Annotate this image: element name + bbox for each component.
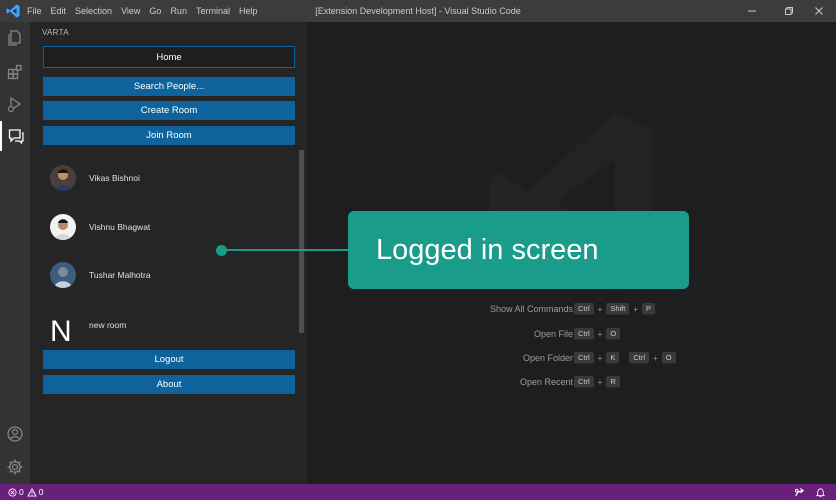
- error-count: 0: [19, 487, 24, 497]
- key: Shift: [606, 303, 630, 315]
- people-list-item[interactable]: Vikas Bishnoi: [50, 164, 140, 192]
- vscode-logo-icon: [6, 4, 20, 18]
- gear-icon: [7, 459, 23, 475]
- key: Ctrl: [574, 328, 594, 340]
- search-people-button[interactable]: Search People...: [43, 77, 295, 96]
- person-name: Tushar Malhotra: [89, 270, 151, 280]
- accounts-activity[interactable]: [0, 419, 30, 449]
- people-list-item[interactable]: Vishnu Bhagwat: [50, 213, 150, 241]
- account-icon: [7, 426, 23, 442]
- about-button[interactable]: About: [43, 375, 295, 394]
- run-debug-icon: [7, 96, 22, 113]
- person-name: Vikas Bishnoi: [89, 173, 140, 183]
- shortcut-label: Open File: [533, 329, 573, 339]
- shortcut-open-file: Open File Ctrl + O: [307, 327, 836, 341]
- live-share-icon[interactable]: [794, 487, 805, 498]
- room-name[interactable]: new room: [89, 320, 126, 330]
- status-bar: 0 0: [0, 484, 836, 500]
- shortcut-open-recent: Open Recent Ctrl + R: [307, 375, 836, 389]
- key: O: [661, 352, 676, 364]
- logout-button[interactable]: Logout: [43, 350, 295, 369]
- key: R: [606, 376, 620, 388]
- key: Ctrl: [574, 303, 594, 315]
- shortcut-label: Open Recent: [519, 377, 573, 387]
- activity-bar: [0, 22, 30, 484]
- key: O: [606, 328, 621, 340]
- sidebar-title: VARTA: [42, 28, 69, 37]
- menu-file[interactable]: File: [27, 6, 42, 16]
- shortcut-keys: Ctrl + K Ctrl + O: [574, 352, 676, 364]
- sidebar-scrollbar[interactable]: [299, 150, 304, 333]
- person-name: Vishnu Bhagwat: [89, 222, 151, 232]
- create-room-button[interactable]: Create Room: [43, 101, 295, 120]
- room-avatar: N: [50, 315, 72, 348]
- problems-indicator[interactable]: 0 0: [8, 484, 43, 500]
- menu-go[interactable]: Go: [149, 6, 161, 16]
- notifications-bell-icon[interactable]: [815, 487, 826, 498]
- people-list-item[interactable]: Tushar Malhotra: [50, 261, 151, 289]
- key: Ctrl: [629, 352, 650, 364]
- error-icon: [8, 487, 17, 497]
- vscode-window: File Edit Selection View Go Run Terminal…: [0, 0, 836, 500]
- avatar: [50, 165, 76, 191]
- close-icon: [815, 7, 823, 15]
- chat-icon: [8, 129, 24, 145]
- run-debug-activity[interactable]: [0, 89, 30, 119]
- shortcut-show-all-commands: Show All Commands Ctrl + Shift + P: [307, 302, 836, 316]
- join-room-button[interactable]: Join Room: [43, 126, 295, 145]
- key: Ctrl: [574, 376, 594, 388]
- shortcut-keys: Ctrl + O: [574, 328, 621, 340]
- restore-icon: [785, 7, 793, 15]
- title-bar: File Edit Selection View Go Run Terminal…: [0, 0, 836, 22]
- menu-run[interactable]: Run: [170, 6, 187, 16]
- warning-count: 0: [38, 487, 44, 497]
- status-right-items: [794, 484, 826, 500]
- restore-button[interactable]: [772, 0, 806, 22]
- warning-icon: [26, 487, 37, 497]
- minimize-icon: [748, 10, 756, 12]
- shortcut-keys: Ctrl + R: [574, 376, 620, 388]
- menu-selection[interactable]: Selection: [75, 6, 112, 16]
- annotation-callout: Logged in screen: [348, 211, 689, 289]
- key: Ctrl: [574, 352, 594, 364]
- files-icon: [8, 30, 21, 46]
- menu-bar: File Edit Selection View Go Run Terminal…: [27, 0, 266, 22]
- shortcut-label: Open Folder: [522, 353, 573, 363]
- close-button[interactable]: [802, 0, 836, 22]
- manage-activity[interactable]: [0, 452, 30, 482]
- explorer-activity[interactable]: [0, 23, 30, 53]
- menu-edit[interactable]: Edit: [51, 6, 67, 16]
- key: P: [642, 303, 656, 315]
- menu-help[interactable]: Help: [239, 6, 258, 16]
- avatar: [50, 262, 76, 288]
- shortcut-keys: Ctrl + Shift + P: [574, 303, 656, 315]
- home-button[interactable]: Home: [43, 46, 295, 68]
- shortcut-label: Show All Commands: [489, 304, 573, 314]
- callout-dot: [216, 245, 227, 256]
- menu-terminal[interactable]: Terminal: [196, 6, 230, 16]
- varta-sidebar: VARTA Home Search People... Create Room …: [30, 22, 307, 484]
- callout-connector: [222, 249, 348, 251]
- avatar: [50, 214, 76, 240]
- key: K: [606, 352, 620, 364]
- menu-view[interactable]: View: [121, 6, 140, 16]
- varta-activity[interactable]: [0, 121, 30, 151]
- minimize-button[interactable]: [735, 0, 769, 22]
- extensions-activity[interactable]: [0, 57, 30, 87]
- shortcut-open-folder: Open Folder Ctrl + K Ctrl + O: [307, 351, 836, 365]
- extensions-icon: [7, 64, 22, 80]
